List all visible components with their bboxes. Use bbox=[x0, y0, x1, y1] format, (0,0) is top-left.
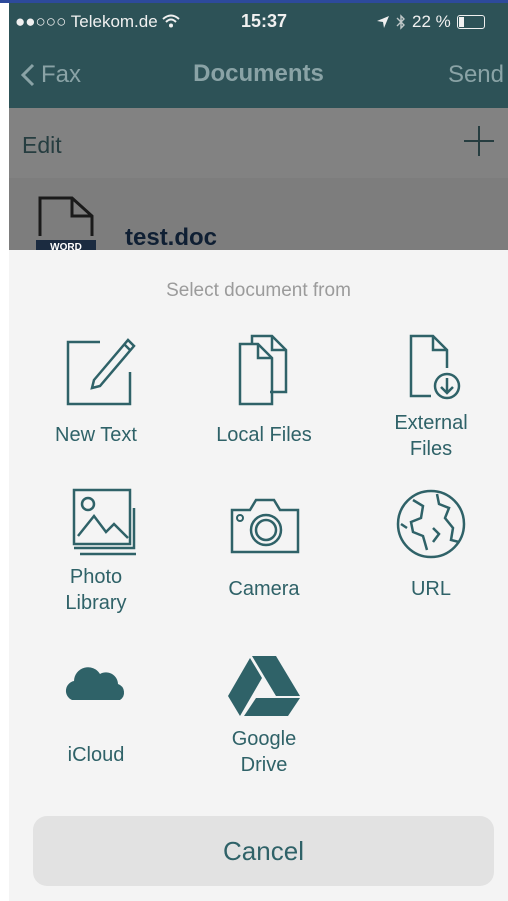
cancel-button[interactable]: Cancel bbox=[33, 816, 494, 886]
battery-percent: 22 % bbox=[412, 12, 451, 31]
status-time: 15:37 bbox=[241, 11, 288, 31]
battery-icon bbox=[456, 15, 485, 29]
carrier-label: ●●○○○ Telekom.de bbox=[15, 12, 158, 31]
new-text-option[interactable]: New Text bbox=[26, 334, 166, 448]
bluetooth-icon bbox=[396, 14, 405, 30]
edit-note-icon bbox=[66, 338, 136, 406]
option-label: Local Files bbox=[216, 424, 312, 446]
download-file-icon bbox=[409, 334, 461, 400]
photo-library-icon bbox=[72, 488, 136, 556]
camera-icon bbox=[230, 498, 300, 554]
nav-bar: Fax Documents Send bbox=[9, 41, 508, 108]
carrier-signal: ●●○○○ Telekom.de bbox=[15, 12, 181, 32]
edit-button[interactable]: Edit bbox=[22, 132, 62, 159]
external-files-option[interactable]: External Files bbox=[361, 334, 501, 462]
local-files-option[interactable]: Local Files bbox=[194, 334, 334, 448]
option-label: iCloud bbox=[67, 744, 125, 766]
status-right: 22 % bbox=[376, 12, 485, 32]
google-drive-option[interactable]: Google Drive bbox=[194, 654, 334, 778]
google-drive-icon bbox=[228, 656, 300, 716]
cloud-icon bbox=[65, 667, 125, 700]
documents-toolbar: Edit bbox=[9, 108, 508, 178]
send-button[interactable]: Send bbox=[448, 61, 504, 89]
globe-icon bbox=[396, 489, 466, 559]
option-label: Camera bbox=[228, 578, 300, 600]
wifi-icon bbox=[162, 14, 181, 28]
option-label: URL bbox=[410, 578, 451, 600]
document-list: WORD test.doc bbox=[9, 178, 508, 252]
option-label: External Files bbox=[394, 412, 468, 460]
page-title: Documents bbox=[193, 60, 324, 87]
option-label: Google Drive bbox=[231, 728, 297, 776]
files-icon bbox=[238, 334, 288, 406]
document-name: test.doc bbox=[125, 224, 218, 251]
camera-option[interactable]: Camera bbox=[194, 488, 334, 602]
option-label: Photo Library bbox=[65, 566, 127, 614]
status-bar: ●●○○○ Telekom.de 15:37 22 % bbox=[9, 3, 508, 41]
add-icon[interactable] bbox=[462, 124, 496, 158]
select-document-sheet: Select document from New Text Local File… bbox=[9, 250, 508, 901]
icloud-option[interactable]: iCloud bbox=[26, 654, 166, 768]
option-label: New Text bbox=[55, 424, 137, 446]
phone-screen: ●●○○○ Telekom.de 15:37 22 % Fax Document… bbox=[9, 3, 508, 901]
word-document-icon: WORD bbox=[36, 196, 96, 252]
location-arrow-icon bbox=[377, 16, 389, 28]
url-option[interactable]: URL bbox=[361, 488, 501, 602]
sheet-title: Select document from bbox=[166, 280, 351, 301]
photo-library-option[interactable]: Photo Library bbox=[26, 488, 166, 616]
